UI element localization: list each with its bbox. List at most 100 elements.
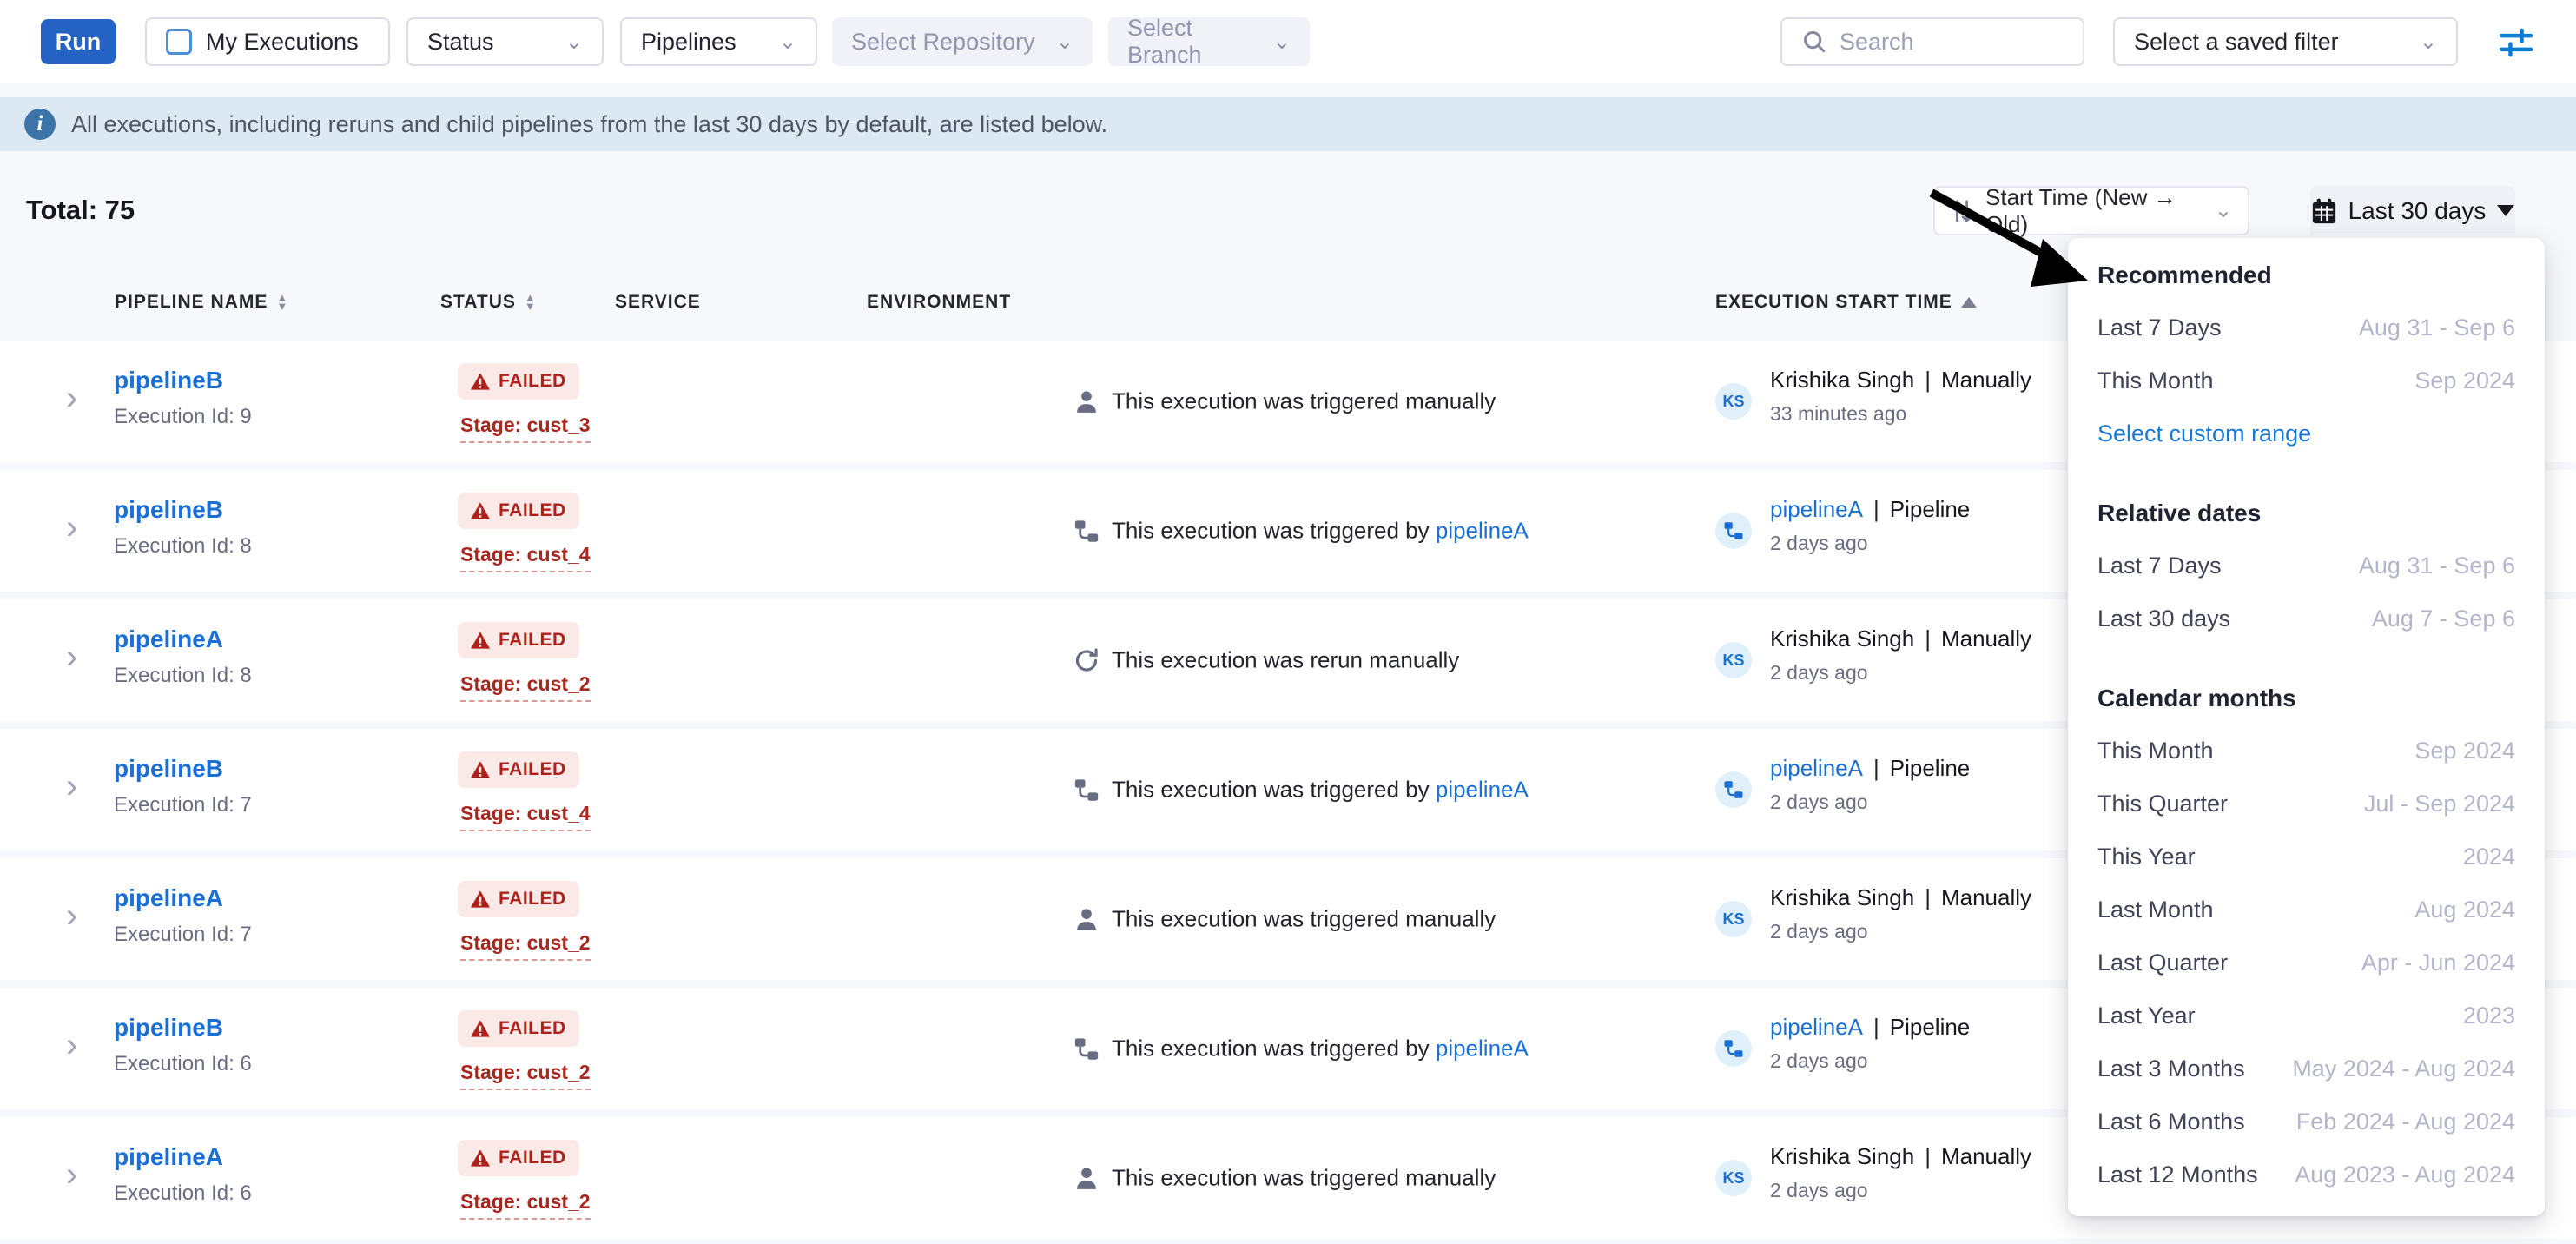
row-expand-chevron[interactable]: ›	[66, 508, 77, 547]
chevron-down-icon: ⌄	[779, 30, 796, 55]
pipeline-name-link[interactable]: pipelineB	[114, 755, 223, 783]
failed-stage-link[interactable]: Stage: cust_2	[460, 672, 591, 702]
option-date-range: Aug 31 - Sep 6	[2359, 314, 2515, 341]
failed-stage-link[interactable]: Stage: cust_4	[460, 543, 591, 572]
my-executions-checkbox[interactable]	[166, 29, 192, 55]
row-expand-chevron[interactable]: ›	[66, 897, 77, 936]
menu-section-header: Relative dates	[2097, 486, 2515, 539]
execution-start-info: pipelineA|Pipeline 2 days ago	[1770, 496, 1970, 555]
column-header-status[interactable]: STATUS ▲▼	[440, 292, 537, 313]
failed-stage-link[interactable]: Stage: cust_4	[460, 802, 591, 831]
pipeline-name-link[interactable]: pipelineA	[114, 625, 223, 653]
date-range-label: Last 30 days	[2348, 197, 2487, 225]
info-banner-text: All executions, including reruns and chi…	[71, 111, 1107, 138]
run-button[interactable]: Run	[41, 19, 116, 64]
execution-id: Execution Id: 9	[114, 405, 252, 429]
date-range-option-last-12-months[interactable]: Last 12 Months Aug 2023 - Aug 2024	[2097, 1148, 2515, 1201]
select-branch-dropdown[interactable]: Select Branch ⌄	[1108, 17, 1310, 66]
sort-dropdown[interactable]: Start Time (New → Old) ⌄	[1933, 186, 2249, 235]
status-filter-label: Status	[427, 29, 494, 56]
status-filter-dropdown[interactable]: Status ⌄	[406, 17, 604, 66]
select-repository-dropdown[interactable]: Select Repository ⌄	[832, 17, 1093, 66]
trigger-text: This execution was rerun manually	[1112, 647, 1459, 673]
date-range-option-last-year[interactable]: Last Year2023	[2097, 989, 2515, 1042]
failed-stage-link[interactable]: Stage: cust_2	[460, 1190, 591, 1220]
date-range-option-last-quarter[interactable]: Last QuarterApr - Jun 2024	[2097, 936, 2515, 989]
filter-settings-icon[interactable]	[2498, 24, 2534, 61]
execution-id: Execution Id: 8	[114, 664, 252, 688]
pipelines-filter-label: Pipelines	[641, 29, 736, 56]
date-range-option-last-7-days[interactable]: Last 7 DaysAug 31 - Sep 6	[2097, 539, 2515, 592]
date-range-option-this-year[interactable]: This Year2024	[2097, 830, 2515, 883]
trigger-type-label: Manually	[1941, 884, 2031, 910]
pipeline-name-link[interactable]: pipelineB	[114, 1014, 223, 1042]
trigger-text: This execution was triggered by	[1112, 777, 1436, 803]
date-range-option-last-30-days[interactable]: Last 30 daysAug 7 - Sep 6	[2097, 592, 2515, 645]
separator: |	[1925, 1143, 1931, 1169]
row-expand-chevron[interactable]: ›	[66, 1155, 77, 1194]
option-label: Select custom range	[2097, 420, 2311, 447]
trigger-info: This execution was rerun manually	[1073, 647, 1459, 674]
column-header-execution-start-time[interactable]: EXECUTION START TIME	[1715, 292, 1977, 313]
execution-start-info: Krishika Singh|Manually 2 days ago	[1770, 1143, 2031, 1202]
trigger-pipeline-link[interactable]: pipelineA	[1436, 518, 1529, 544]
date-range-option-select-custom-range[interactable]: Select custom range	[2097, 407, 2515, 460]
warning-icon	[471, 890, 490, 908]
time-ago: 2 days ago	[1770, 920, 2031, 943]
status-badge-failed: FAILED	[458, 363, 579, 400]
row-expand-chevron[interactable]: ›	[66, 379, 77, 418]
option-label: Last 12 Months	[2097, 1161, 2258, 1188]
row-expand-chevron[interactable]: ›	[66, 767, 77, 806]
option-date-range: Aug 2023 - Aug 2024	[2295, 1161, 2515, 1188]
warning-icon	[471, 373, 490, 390]
saved-filter-dropdown[interactable]: Select a saved filter ⌄	[2113, 17, 2458, 66]
date-range-button[interactable]: Last 30 days	[2310, 186, 2515, 235]
caret-down-icon	[2497, 205, 2514, 216]
trigger-text: This execution was triggered by	[1112, 1036, 1436, 1062]
search-input[interactable]	[1840, 29, 2064, 56]
date-range-option-last-7-days[interactable]: Last 7 Days Aug 31 - Sep 6	[2097, 301, 2515, 354]
pipelines-filter-dropdown[interactable]: Pipelines ⌄	[620, 17, 817, 66]
search-box[interactable]	[1780, 17, 2084, 66]
option-date-range: 2023	[2463, 1002, 2515, 1029]
date-range-option-this-quarter[interactable]: This QuarterJul - Sep 2024	[2097, 778, 2515, 830]
top-toolbar: Run My Executions Status ⌄ Pipelines ⌄ S…	[0, 0, 2576, 83]
my-executions-toggle[interactable]: My Executions	[145, 17, 390, 66]
row-expand-chevron[interactable]: ›	[66, 1026, 77, 1065]
triggered-by-name: Krishika Singh	[1770, 884, 1914, 910]
execution-id: Execution Id: 6	[114, 1052, 252, 1076]
option-date-range: Jul - Sep 2024	[2364, 791, 2515, 817]
trigger-pipeline-link[interactable]: pipelineA	[1436, 777, 1529, 803]
date-range-option-this-month[interactable]: This MonthSep 2024	[2097, 725, 2515, 778]
menu-section-gap	[2097, 645, 2515, 672]
time-ago: 33 minutes ago	[1770, 402, 2031, 426]
date-range-option-last-3-months[interactable]: Last 3 MonthsMay 2024 - Aug 2024	[2097, 1042, 2515, 1095]
trigger-info: This execution was triggered manually	[1073, 388, 1496, 415]
date-range-option-last-month[interactable]: Last MonthAug 2024	[2097, 883, 2515, 936]
avatar	[1715, 513, 1752, 549]
date-range-option-this-month[interactable]: This Month Sep 2024	[2097, 354, 2515, 407]
row-expand-chevron[interactable]: ›	[66, 638, 77, 677]
failed-stage-link[interactable]: Stage: cust_3	[460, 414, 591, 443]
option-label: Last 7 Days	[2097, 314, 2222, 341]
pipeline-name-link[interactable]: pipelineB	[114, 367, 223, 394]
option-date-range: Aug 2024	[2414, 897, 2515, 923]
trigger-type-label: Pipeline	[1890, 755, 1971, 781]
trigger-icon	[1073, 647, 1100, 673]
separator: |	[1925, 884, 1931, 910]
failed-stage-link[interactable]: Stage: cust_2	[460, 931, 591, 961]
pipeline-name-link[interactable]: pipelineA	[114, 1143, 223, 1171]
failed-stage-link[interactable]: Stage: cust_2	[460, 1061, 591, 1090]
pipeline-name-link[interactable]: pipelineA	[114, 884, 223, 912]
option-date-range: Sep 2024	[2414, 367, 2515, 394]
avatar: KS	[1715, 642, 1752, 678]
option-label: This Month	[2097, 367, 2214, 394]
pipeline-name-link[interactable]: pipelineB	[114, 496, 223, 524]
chevron-down-icon: ⌄	[565, 30, 583, 55]
date-range-option-last-6-months[interactable]: Last 6 MonthsFeb 2024 - Aug 2024	[2097, 1095, 2515, 1148]
triggered-by-name: pipelineA	[1770, 496, 1863, 522]
trigger-type-label: Manually	[1941, 625, 2031, 652]
separator: |	[1873, 755, 1879, 781]
trigger-pipeline-link[interactable]: pipelineA	[1436, 1036, 1529, 1062]
column-header-pipeline-name[interactable]: PIPELINE NAME ▲▼	[115, 292, 288, 313]
